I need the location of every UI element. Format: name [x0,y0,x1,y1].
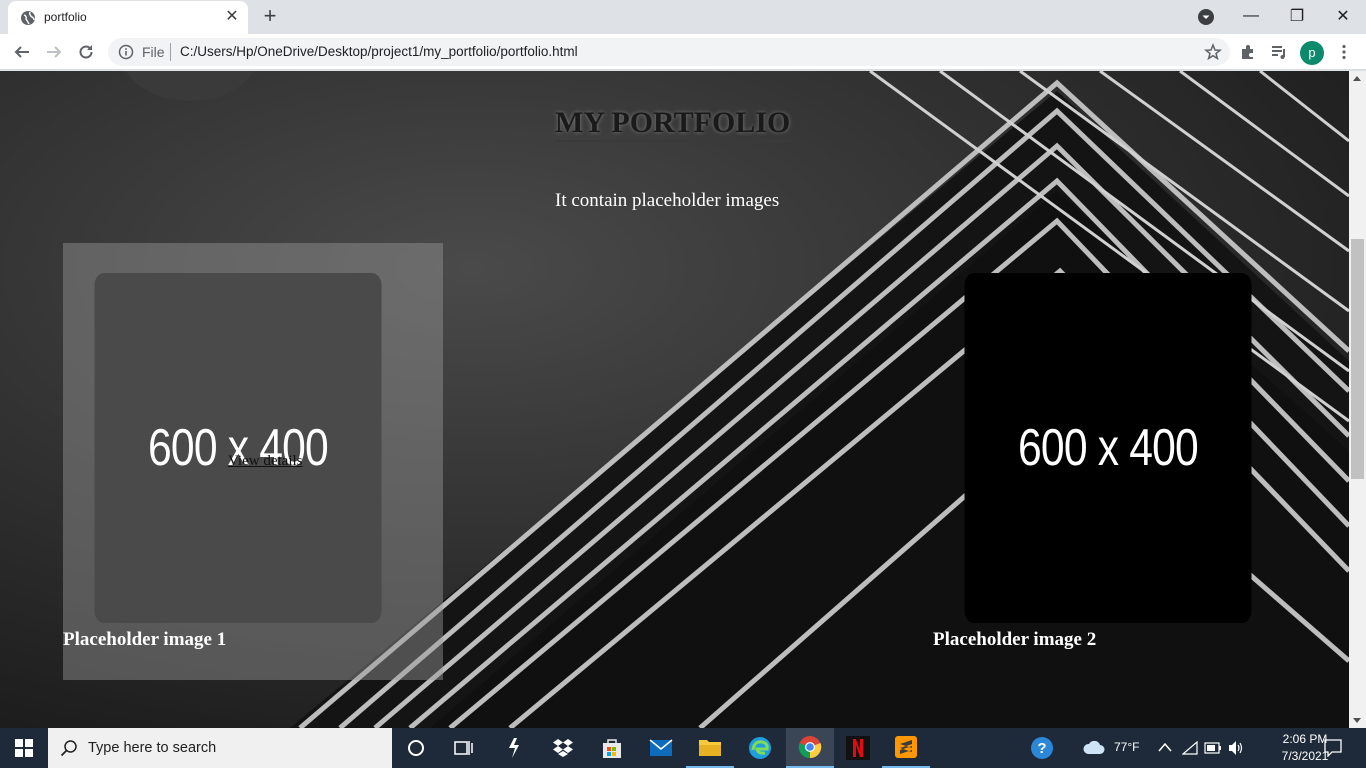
page-title: MY PORTFOLIO [555,106,791,142]
playlist-icon [1272,46,1285,59]
weather-cloud-icon[interactable] [1082,739,1106,757]
search-placeholder: Type here to search [88,740,217,756]
help-button[interactable]: ? [1018,728,1066,768]
tab-strip: portfolio ✕ + — ❐ ✕ [0,0,1366,34]
profile-avatar[interactable]: p [1300,41,1324,65]
browser-toolbar: File C:/Users/Hp/OneDrive/Desktop/projec… [0,34,1366,70]
scroll-up-icon[interactable] [1353,76,1361,81]
extensions-button[interactable] [1234,38,1262,66]
menu-button[interactable] [1330,38,1358,66]
mail-icon [649,739,673,756]
address-bar[interactable]: File C:/Users/Hp/OneDrive/Desktop/projec… [108,38,1230,66]
task-view-icon [454,741,473,755]
placeholder-image-text: 600 x 400 [1018,419,1199,477]
media-control-button[interactable] [1265,38,1293,66]
edge-icon [749,737,771,759]
puzzle-icon [1242,45,1253,59]
globe-icon [21,11,35,25]
chevron-up-icon[interactable] [1158,742,1172,752]
folder-icon [699,740,721,756]
cortana-button[interactable] [392,728,440,768]
lightning-app-icon [509,738,519,758]
weather-temp[interactable]: 77°F [1114,740,1139,754]
placeholder-image-1[interactable]: 600 x 400 [94,273,382,623]
cortana-icon [408,740,424,756]
scrollbar-thumb[interactable] [1351,239,1364,479]
scroll-down-icon[interactable] [1353,718,1361,723]
store-icon [603,739,621,758]
info-icon[interactable] [118,44,134,60]
app-icon-s[interactable] [490,728,538,768]
page-viewport: MY PORTFOLIO It contain placeholder imag… [0,71,1349,728]
divider [170,43,171,61]
card-2-caption: Placeholder image 2 [933,629,1097,650]
task-view-button[interactable] [440,728,488,768]
view-details-link[interactable]: View details [228,453,303,470]
battery-icon[interactable] [1204,742,1222,754]
mail-button[interactable] [637,728,685,768]
wifi-icon[interactable] [1182,741,1198,755]
url-text[interactable]: C:/Users/Hp/OneDrive/Desktop/project1/my… [180,44,578,59]
taskbar-clock[interactable]: 2:06 PM 7/3/2021 [1280,731,1330,765]
sublime-icon [895,736,917,758]
svg-text:?: ? [1037,740,1046,757]
netflix-button[interactable] [834,728,882,768]
minimize-icon[interactable]: — [1228,0,1274,32]
arrow-right-icon [47,46,62,58]
arrow-left-icon [14,46,29,58]
help-icon: ? [1031,737,1053,759]
placeholder-image-2[interactable]: 600 x 400 [964,273,1252,623]
search-icon [60,740,77,757]
clock-time: 2:06 PM [1282,732,1328,746]
chrome-button[interactable] [786,728,834,768]
close-window-icon[interactable]: ✕ [1320,0,1366,32]
file-explorer-button[interactable] [686,728,734,768]
sublime-text-button[interactable] [882,728,930,768]
more-vertical-icon [1342,44,1346,60]
chrome-icon [798,736,822,759]
notifications-icon[interactable] [1324,739,1342,757]
store-button[interactable] [588,728,636,768]
dropbox-button[interactable] [539,728,587,768]
reload-icon [79,45,93,59]
netflix-icon [846,736,870,760]
volume-icon[interactable] [1228,740,1244,756]
url-scheme: File [142,44,165,60]
card-1-caption: Placeholder image 1 [63,629,227,650]
forward-button[interactable] [40,38,68,66]
back-button[interactable] [8,38,36,66]
page-subtitle: It contain placeholder images [555,190,780,211]
start-button[interactable] [0,728,48,768]
new-tab-button[interactable]: + [257,5,283,29]
taskbar: Type here to search ? 77°F 2:06 PM 7/3/2… [0,728,1366,768]
tab-search-icon[interactable] [1197,8,1215,26]
restore-icon[interactable]: ❐ [1274,0,1320,32]
taskbar-search[interactable]: Type here to search [48,728,392,768]
tab-title: portfolio [44,10,87,24]
clock-date: 7/3/2021 [1281,749,1329,763]
vertical-scrollbar[interactable] [1349,71,1366,728]
close-tab-icon[interactable]: ✕ [222,7,242,27]
reload-button[interactable] [72,38,100,66]
browser-tab[interactable]: portfolio ✕ [8,1,248,34]
edge-button[interactable] [736,728,784,768]
windows-logo-icon [15,739,33,757]
dropbox-icon [553,739,573,757]
star-icon[interactable] [1204,43,1222,61]
